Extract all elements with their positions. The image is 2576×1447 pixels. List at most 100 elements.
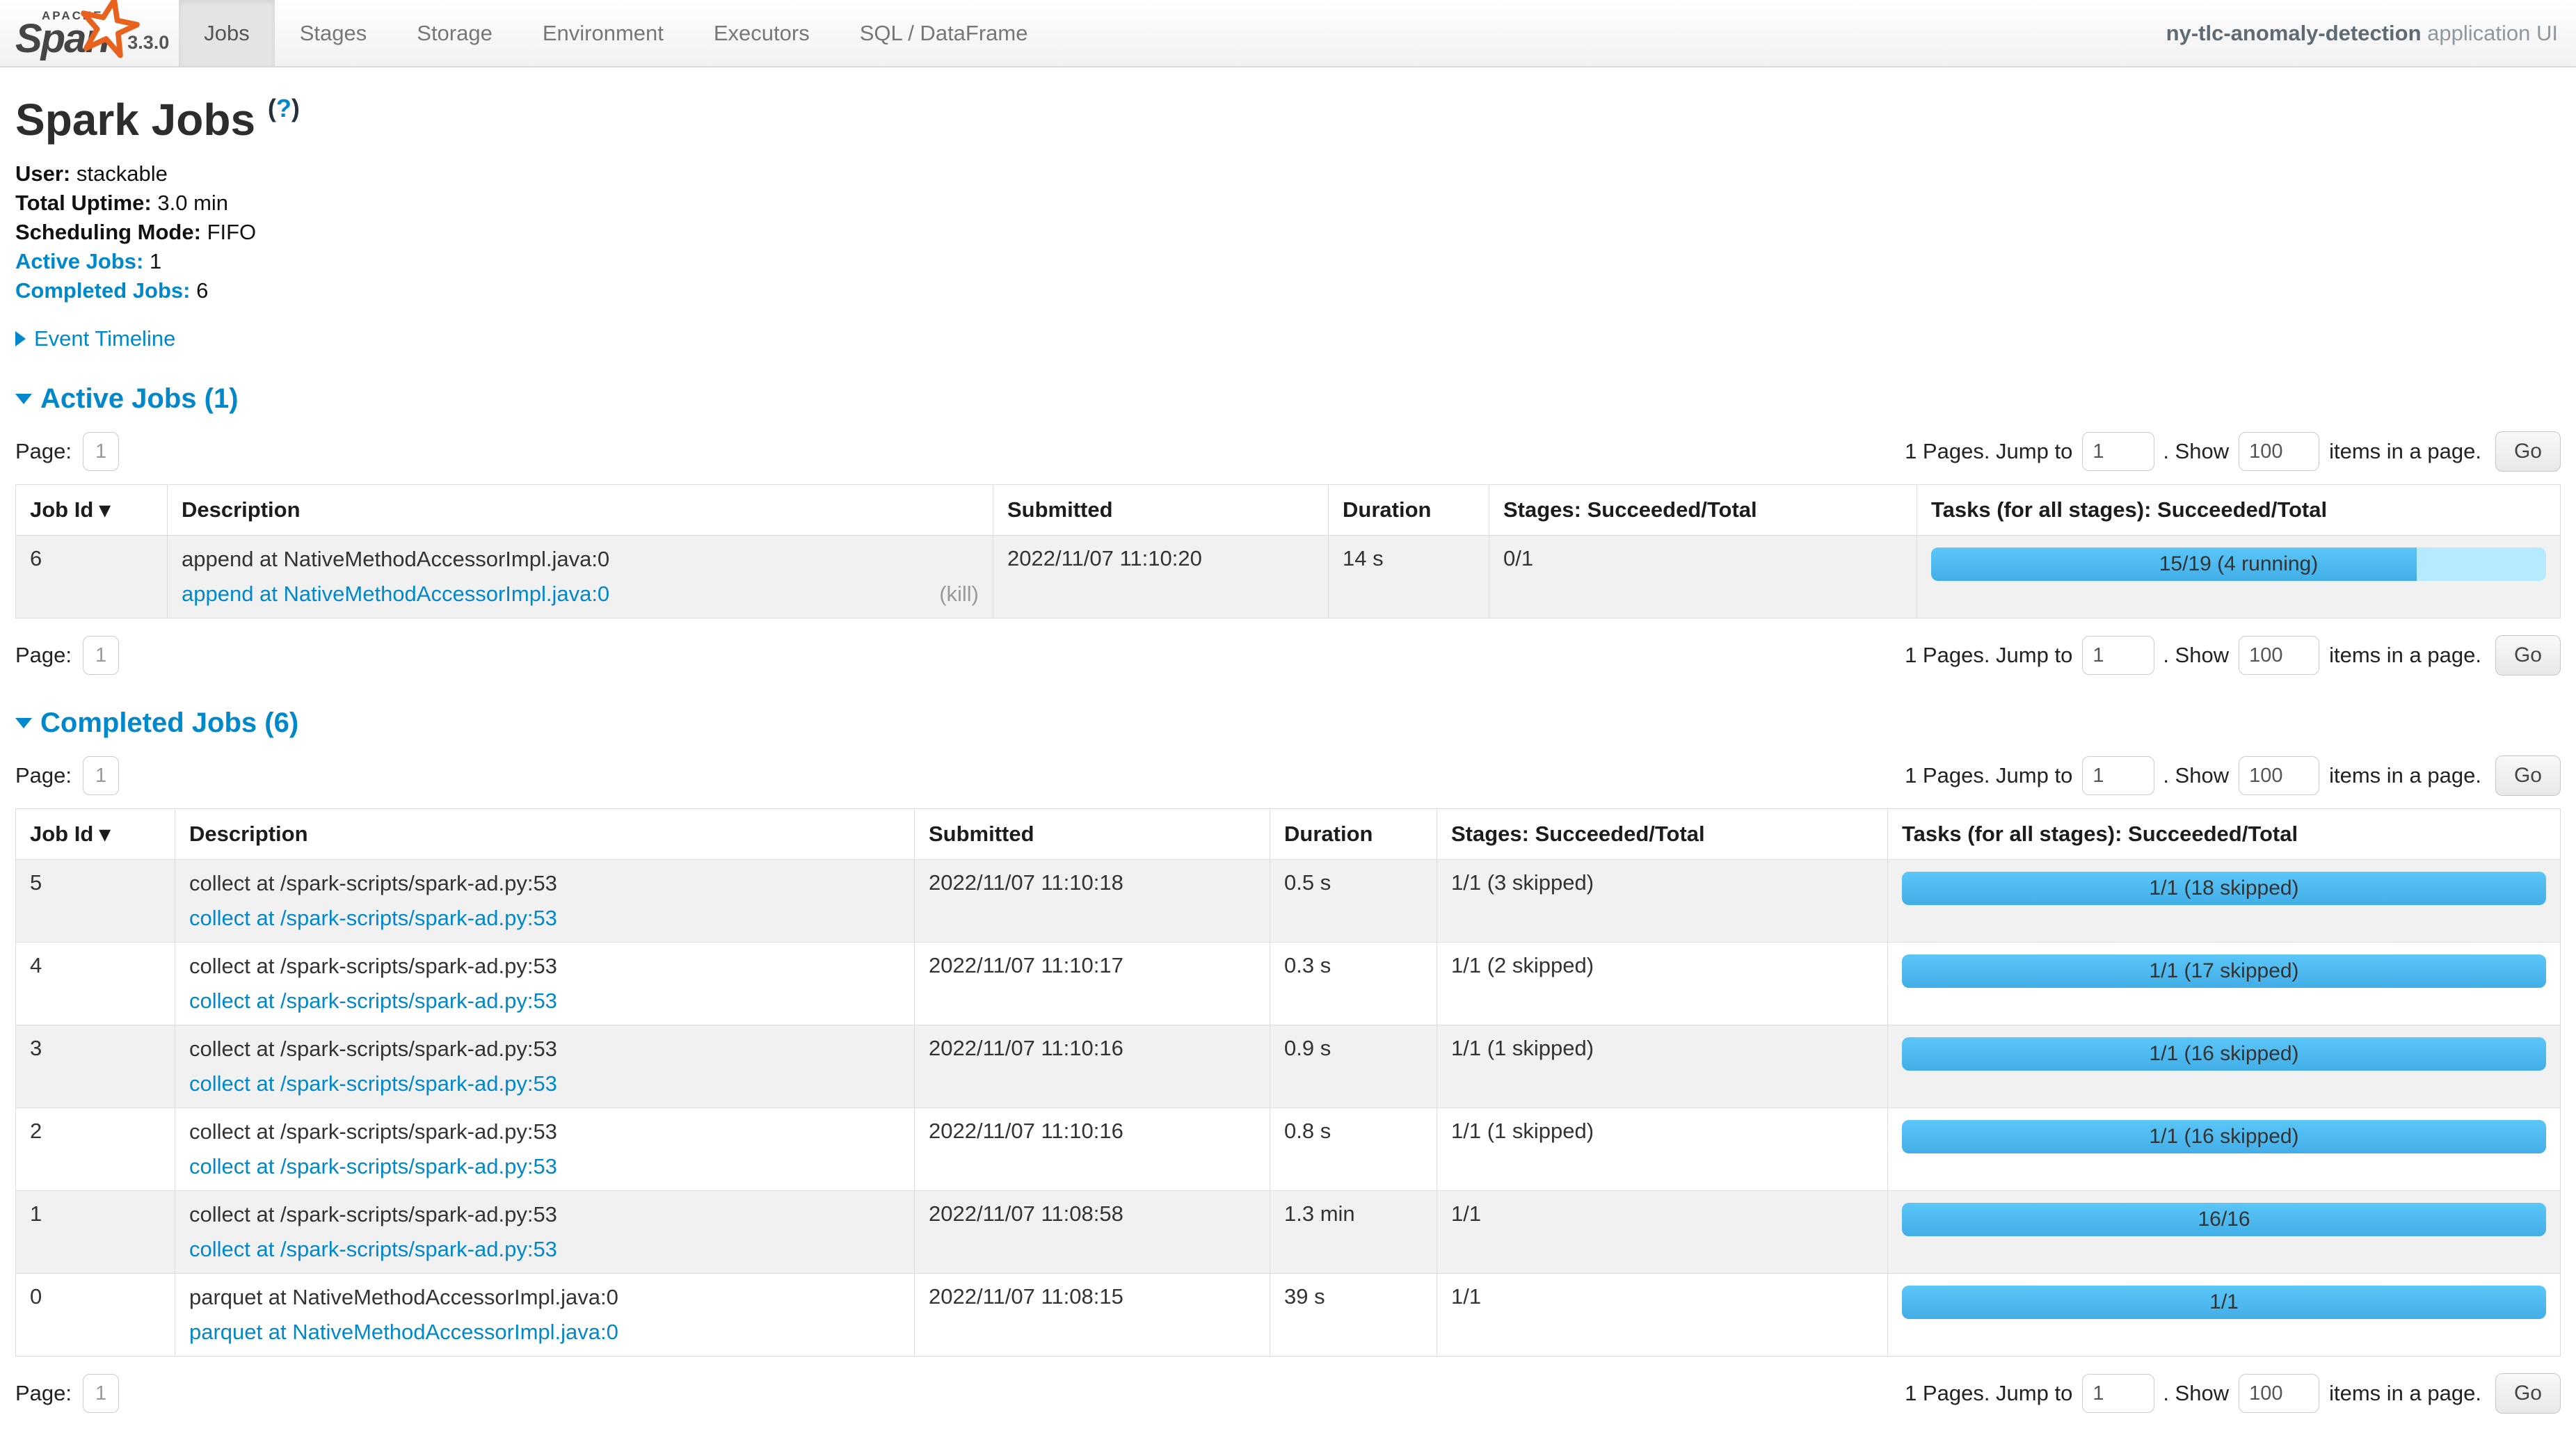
job-duration-cell: 14 s [1329,536,1489,618]
tasks-progress-bar: 1/1 (17 skipped) [1902,954,2546,988]
job-description-cell: collect at /spark-scripts/spark-ad.py:53… [175,1108,915,1191]
go-button[interactable]: Go [2495,756,2561,796]
job-description-link[interactable]: append at NativeMethodAccessorImpl.java:… [182,581,609,607]
active-jobs-table: Job Id ▾ Description Submitted Duration … [15,484,2561,618]
job-description-link[interactable]: collect at /spark-scripts/spark-ad.py:53 [189,1236,557,1263]
col-stages[interactable]: Stages: Succeeded/Total [1489,485,1917,536]
col-stages[interactable]: Stages: Succeeded/Total [1437,809,1888,860]
job-duration-cell: 0.8 s [1270,1108,1437,1191]
job-description-link[interactable]: parquet at NativeMethodAccessorImpl.java… [189,1319,618,1345]
job-description-link[interactable]: collect at /spark-scripts/spark-ad.py:53 [189,1071,557,1097]
tab-jobs[interactable]: Jobs [179,0,274,66]
help-question-icon[interactable]: ? [276,94,291,122]
job-tasks-cell: 16/16 [1888,1191,2561,1274]
go-button[interactable]: Go [2495,431,2561,472]
tab-environment[interactable]: Environment [518,0,689,66]
active-jobs-section-header[interactable]: Active Jobs (1) [15,383,2561,415]
job-tasks-cell: 1/1 [1888,1274,2561,1357]
job-description: collect at /spark-scripts/spark-ad.py:53 [189,1119,900,1145]
items-text: items in a page. [2329,763,2481,788]
go-button[interactable]: Go [2495,635,2561,675]
job-duration-cell: 0.9 s [1270,1025,1437,1108]
summary-scheduling-mode: Scheduling Mode: FIFO [15,218,2561,247]
col-description[interactable]: Description [168,485,993,536]
pagination-active-top: Page: 1 Pages. Jump to . Show items in a… [15,431,2561,472]
show-text: . Show [2163,763,2229,788]
go-button[interactable]: Go [2495,1373,2561,1414]
tab-storage[interactable]: Storage [392,0,518,66]
progress-label: 1/1 [1902,1286,2546,1319]
job-stages-cell: 1/1 (3 skipped) [1437,860,1888,943]
page-number-input[interactable] [83,432,119,471]
active-jobs-link[interactable]: Active Jobs: [15,249,143,273]
job-description-link[interactable]: collect at /spark-scripts/spark-ad.py:53 [189,1153,557,1180]
jump-to-input[interactable] [2082,432,2154,471]
job-stages-cell: 0/1 [1489,536,1917,618]
col-duration[interactable]: Duration [1329,485,1489,536]
completed-jobs-link[interactable]: Completed Jobs: [15,278,190,303]
col-duration[interactable]: Duration [1270,809,1437,860]
page-title: Spark Jobs (?) [15,94,2561,145]
help-tooltip[interactable]: (?) [268,94,300,122]
pages-jump-text: 1 Pages. Jump to [1905,643,2072,668]
col-submitted[interactable]: Submitted [915,809,1270,860]
col-description[interactable]: Description [175,809,915,860]
summary-list: User: stackable Total Uptime: 3.0 min Sc… [15,159,2561,305]
job-description: append at NativeMethodAccessorImpl.java:… [182,546,979,573]
col-job-id[interactable]: Job Id ▾ [16,809,175,860]
job-description: collect at /spark-scripts/spark-ad.py:53 [189,953,900,980]
kill-link[interactable]: (kill) [939,581,979,607]
spark-logo[interactable]: APACHE Spark 3.3.0 [0,0,179,66]
job-description-link[interactable]: collect at /spark-scripts/spark-ad.py:53 [189,905,557,932]
navbar: APACHE Spark 3.3.0 Jobs Stages Storage E… [0,0,2576,67]
page-label: Page: [15,763,72,788]
tasks-progress-bar: 15/19 (4 running) [1931,547,2546,581]
tasks-progress-bar: 16/16 [1902,1203,2546,1236]
job-description-cell: parquet at NativeMethodAccessorImpl.java… [175,1274,915,1357]
progress-label: 1/1 (18 skipped) [1902,872,2546,905]
job-description-cell: collect at /spark-scripts/spark-ad.py:53… [175,1025,915,1108]
tab-stages[interactable]: Stages [275,0,392,66]
tab-executors[interactable]: Executors [689,0,835,66]
summary-active-jobs: Active Jobs: 1 [15,247,2561,276]
col-tasks[interactable]: Tasks (for all stages): Succeeded/Total [1917,485,2561,536]
items-per-page-input[interactable] [2239,636,2319,675]
job-description-link[interactable]: collect at /spark-scripts/spark-ad.py:53 [189,988,557,1014]
completed-jobs-section-header[interactable]: Completed Jobs (6) [15,707,2561,739]
items-per-page-input[interactable] [2239,432,2319,471]
page-number-input[interactable] [83,636,119,675]
items-text: items in a page. [2329,1381,2481,1406]
page-number-input[interactable] [83,756,119,795]
job-submitted-cell: 2022/11/07 11:10:16 [915,1108,1270,1191]
job-submitted-cell: 2022/11/07 11:10:18 [915,860,1270,943]
col-job-id[interactable]: Job Id ▾ [16,485,168,536]
page-label: Page: [15,1381,72,1406]
job-id-cell: 6 [16,536,168,618]
table-row: 6 append at NativeMethodAccessorImpl.jav… [16,536,2561,618]
col-tasks[interactable]: Tasks (for all stages): Succeeded/Total [1888,809,2561,860]
jump-to-input[interactable] [2082,756,2154,795]
page-number-input[interactable] [83,1374,119,1413]
items-per-page-input[interactable] [2239,1374,2319,1413]
col-submitted[interactable]: Submitted [993,485,1329,536]
job-submitted-cell: 2022/11/07 11:08:58 [915,1191,1270,1274]
job-description-cell: collect at /spark-scripts/spark-ad.py:53… [175,943,915,1025]
table-row: 2 collect at /spark-scripts/spark-ad.py:… [16,1108,2561,1191]
job-description-cell: append at NativeMethodAccessorImpl.java:… [168,536,993,618]
page-content: Spark Jobs (?) User: stackable Total Upt… [0,94,2576,1447]
job-id-cell: 5 [16,860,175,943]
collapse-arrow-right-icon [15,331,26,346]
job-duration-cell: 0.3 s [1270,943,1437,1025]
event-timeline-toggle[interactable]: Event Timeline [15,326,2561,351]
show-text: . Show [2163,1381,2229,1406]
jump-to-input[interactable] [2082,636,2154,675]
job-description: collect at /spark-scripts/spark-ad.py:53 [189,1201,900,1228]
tab-sql-dataframe[interactable]: SQL / DataFrame [835,0,1053,66]
job-stages-cell: 1/1 (1 skipped) [1437,1108,1888,1191]
table-row: 3 collect at /spark-scripts/spark-ad.py:… [16,1025,2561,1108]
page-label: Page: [15,439,72,464]
progress-label: 16/16 [1902,1203,2546,1236]
jump-to-input[interactable] [2082,1374,2154,1413]
items-per-page-input[interactable] [2239,756,2319,795]
show-text: . Show [2163,643,2229,668]
